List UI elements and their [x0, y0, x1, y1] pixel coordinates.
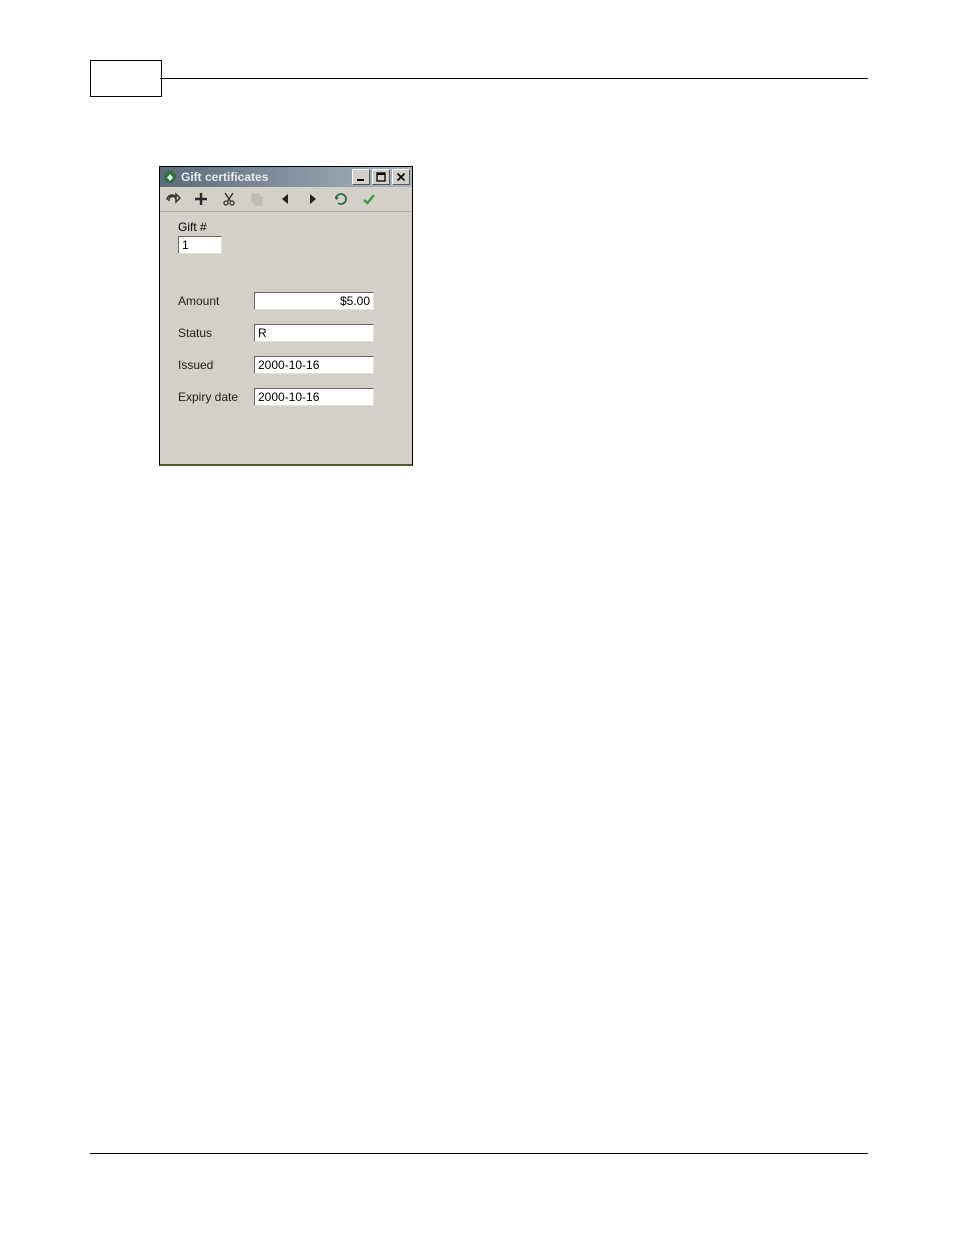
gift-number-label: Gift #	[178, 220, 398, 234]
expiry-row: Expiry date 2000-10-16	[178, 388, 398, 406]
copy-icon[interactable]	[248, 190, 266, 208]
form-area: Gift # 1 Amount $5.00 Status R Issued 20…	[160, 212, 412, 416]
toolbar	[160, 187, 412, 212]
dialog-title: Gift certificates	[181, 170, 350, 184]
next-icon[interactable]	[304, 190, 322, 208]
amount-label: Amount	[178, 294, 254, 308]
minimize-button[interactable]	[352, 169, 370, 185]
issued-row: Issued 2000-10-16	[178, 356, 398, 374]
status-label: Status	[178, 326, 254, 340]
caption-buttons	[350, 169, 410, 185]
expiry-input[interactable]: 2000-10-16	[254, 388, 374, 406]
footer-rule	[90, 1153, 868, 1154]
amount-row: Amount $5.00	[178, 292, 398, 310]
page: Gift certificates	[0, 0, 954, 1235]
gift-number-input[interactable]: 1	[178, 236, 222, 254]
cut-icon[interactable]	[220, 190, 238, 208]
issued-label: Issued	[178, 358, 254, 372]
gift-certificates-dialog: Gift certificates	[159, 166, 413, 466]
app-icon	[163, 170, 177, 184]
amount-input[interactable]: $5.00	[254, 292, 374, 310]
refresh-icon[interactable]	[332, 190, 350, 208]
redo-icon[interactable]	[164, 190, 182, 208]
issued-input[interactable]: 2000-10-16	[254, 356, 374, 374]
gift-number-block: Gift # 1	[178, 220, 398, 254]
header-rule	[160, 78, 868, 79]
expiry-label: Expiry date	[178, 390, 254, 404]
add-icon[interactable]	[192, 190, 210, 208]
confirm-icon[interactable]	[360, 190, 378, 208]
maximize-button[interactable]	[372, 169, 390, 185]
header-box	[90, 60, 162, 97]
prev-icon[interactable]	[276, 190, 294, 208]
titlebar[interactable]: Gift certificates	[160, 167, 412, 187]
close-button[interactable]	[392, 169, 410, 185]
status-row: Status R	[178, 324, 398, 342]
status-input[interactable]: R	[254, 324, 374, 342]
